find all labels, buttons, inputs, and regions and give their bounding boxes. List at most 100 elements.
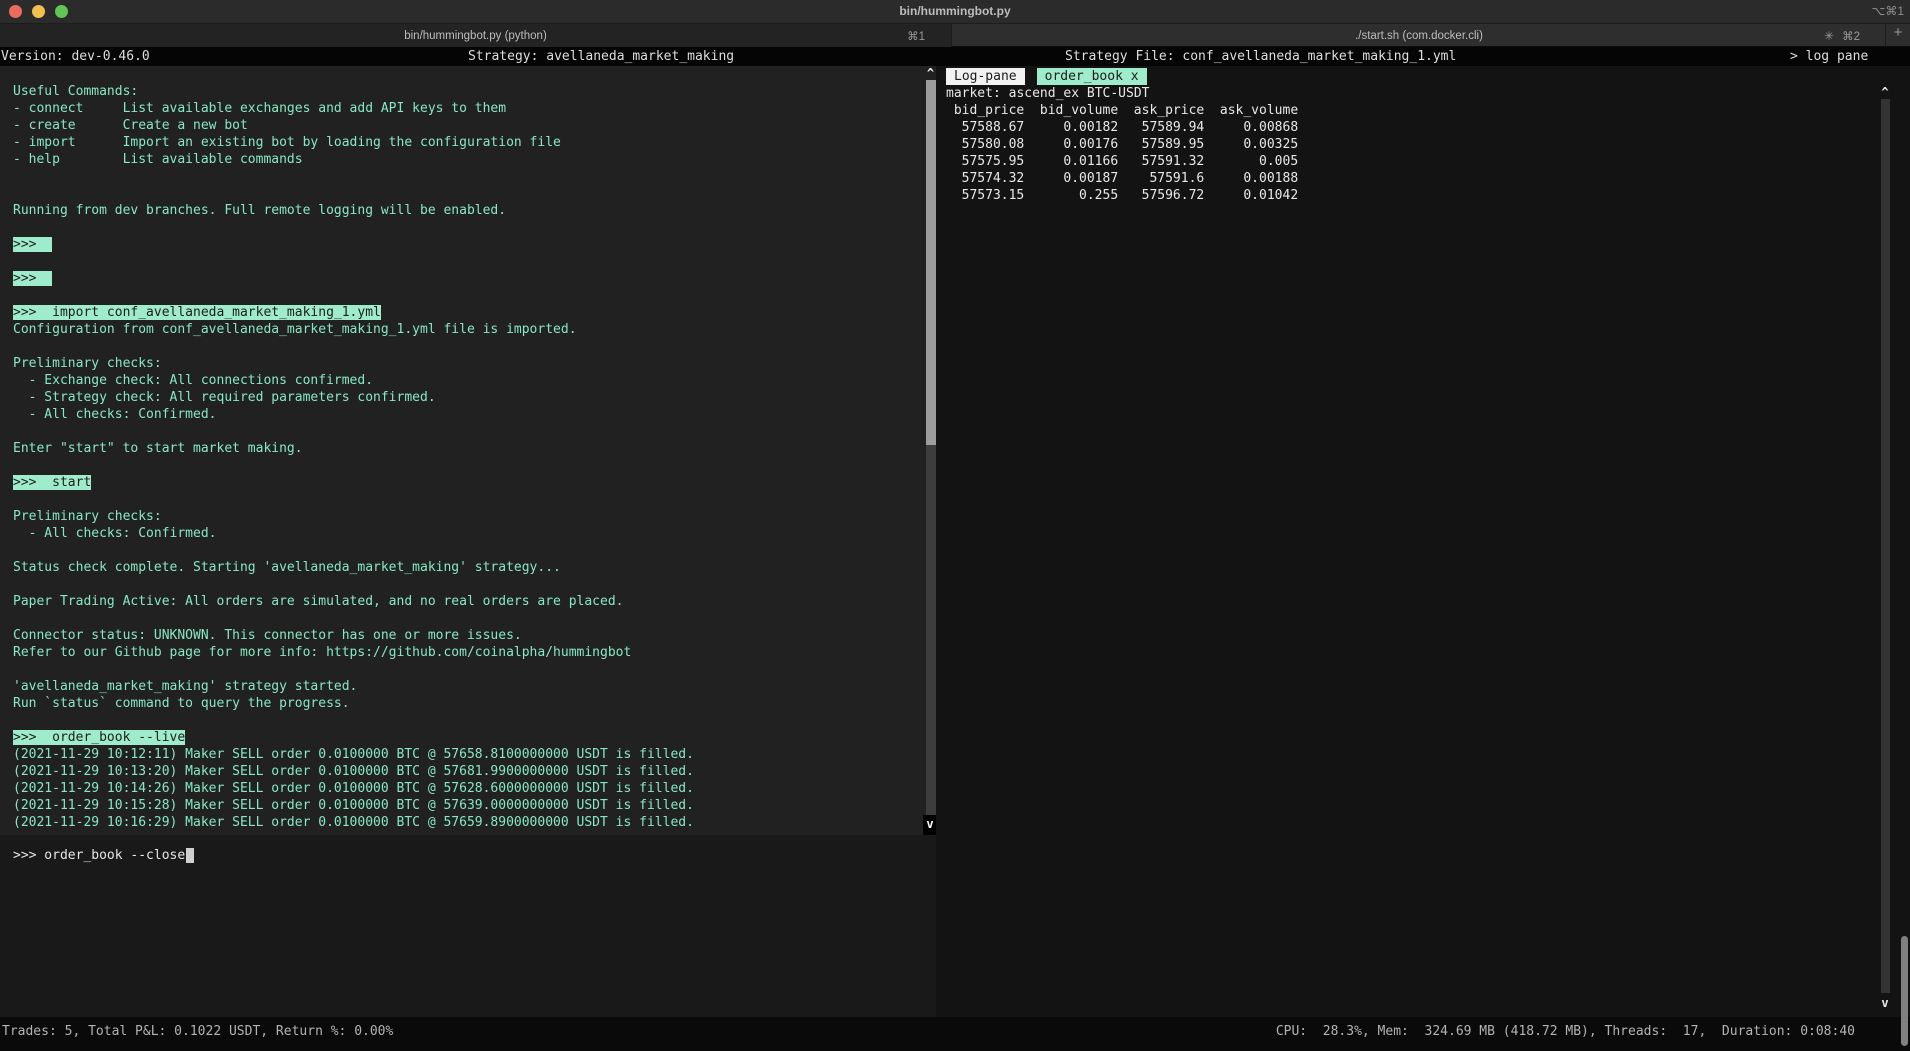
version-label: Version: dev-0.46.0	[1, 47, 150, 66]
log-line	[13, 423, 936, 440]
order-book-rows: 57588.670.0018257589.940.0086857580.080.…	[946, 119, 1298, 204]
log-line: Run `status` command to query the progre…	[13, 695, 936, 712]
tab-hummingbot-label: bin/hummingbot.py (python)	[404, 30, 547, 42]
order-book-column-ask_price: ask_price	[1118, 102, 1204, 119]
log-line: Connector status: UNKNOWN. This connecto…	[13, 627, 936, 644]
tab-log-pane[interactable]: Log-pane	[946, 68, 1025, 85]
system-status: CPU: 28.3%, Mem: 324.69 MB (418.72 MB), …	[1276, 1024, 1855, 1039]
order-book-cell: 57589.94	[1118, 119, 1204, 136]
order-book-cell: 0.00187	[1024, 170, 1118, 187]
order-book-table: bid_pricebid_volumeask_priceask_volume 5…	[946, 102, 1298, 204]
log-line: (2021-11-29 10:16:29) Maker SELL order 0…	[13, 814, 936, 831]
order-book-cell: 57573.15	[946, 187, 1024, 204]
left-scroll-down-arrow[interactable]: v	[923, 815, 937, 835]
log-line: Paper Trading Active: All orders are sim…	[13, 593, 936, 610]
log-pane-label: > log pane	[1790, 47, 1868, 66]
log-line: - Strategy check: All required parameter…	[13, 389, 936, 406]
log-line: (2021-11-29 10:13:20) Maker SELL order 0…	[13, 763, 936, 780]
order-book-cell: 57575.95	[946, 153, 1024, 170]
log-line	[13, 457, 936, 474]
log-line	[13, 712, 936, 729]
tab-bar: bin/hummingbot.py (python) ⌘1 ./start.sh…	[0, 24, 1910, 47]
order-book-cell: 0.00325	[1204, 136, 1298, 153]
log-line: Useful Commands:	[13, 83, 936, 100]
order-book-row: 57574.320.0018757591.60.00188	[946, 170, 1298, 187]
window-scrollbar-thumb[interactable]	[1901, 936, 1908, 1046]
order-book-cell: 57591.32	[1118, 153, 1204, 170]
trades-status: Trades: 5, Total P&L: 0.1022 USDT, Retur…	[2, 1024, 393, 1039]
order-book-row: 57575.950.0116657591.320.005	[946, 153, 1298, 170]
order-book-column-bid_price: bid_price	[946, 102, 1024, 119]
order-book-cell: 57574.32	[946, 170, 1024, 187]
log-line: Running from dev branches. Full remote l…	[13, 202, 936, 219]
order-book-header: bid_pricebid_volumeask_priceask_volume	[946, 102, 1298, 119]
log-line: (2021-11-29 10:15:28) Maker SELL order 0…	[13, 797, 936, 814]
log-line: - Exchange check: All connections confir…	[13, 372, 936, 389]
log-line: (2021-11-29 10:12:11) Maker SELL order 0…	[13, 746, 936, 763]
title-bar: bin/hummingbot.py ⌥⌘1	[0, 0, 1910, 24]
window-title: bin/hummingbot.py	[0, 4, 1910, 18]
log-line: Refer to our Github page for more info: …	[13, 644, 936, 661]
command-input[interactable]: >>> order_book --close	[13, 847, 194, 864]
log-line: >>> start	[13, 474, 936, 491]
log-line: - All checks: Confirmed.	[13, 406, 936, 423]
log-line: Enter "start" to start market making.	[13, 440, 936, 457]
order-book-cell: 0.01042	[1204, 187, 1298, 204]
order-book-cell: 57588.67	[946, 119, 1024, 136]
order-book-column-bid_volume: bid_volume	[1024, 102, 1118, 119]
strategy-label: Strategy: avellaneda_market_making	[468, 47, 734, 66]
terminal-header: Version: dev-0.46.0 Strategy: avellaneda…	[0, 47, 1910, 66]
order-book-column-ask_volume: ask_volume	[1204, 102, 1298, 119]
log-line: Status check complete. Starting 'avellan…	[13, 559, 936, 576]
order-book-row: 57580.080.0017657589.950.00325	[946, 136, 1298, 153]
order-book-pane: Log-pane order_book x market: ascend_ex …	[936, 66, 1910, 1017]
log-line	[13, 168, 936, 185]
window-shortcut-hint: ⌥⌘1	[1871, 4, 1904, 18]
order-book-cell: 57591.6	[1118, 170, 1204, 187]
order-book-cell: 0.01166	[1024, 153, 1118, 170]
order-book-cell: 0.00188	[1204, 170, 1298, 187]
log-line	[13, 185, 936, 202]
log-line: >>>	[13, 270, 936, 287]
log-line: - create Create a new bot	[13, 117, 936, 134]
tab-hummingbot-shortcut: ⌘1	[907, 29, 925, 43]
new-tab-button[interactable]: +	[1885, 24, 1910, 46]
order-book-cell: 57580.08	[946, 136, 1024, 153]
log-line: >>>	[13, 236, 936, 253]
strategy-file-label: Strategy File: conf_avellaneda_market_ma…	[1065, 47, 1456, 66]
order-book-cell: 0.00182	[1024, 119, 1118, 136]
left-scrollbar-track[interactable]	[926, 445, 936, 815]
terminal-window: bin/hummingbot.py ⌥⌘1 bin/hummingbot.py …	[0, 0, 1910, 1051]
log-line	[13, 491, 936, 508]
terminal-log: Useful Commands:- connect List available…	[0, 66, 936, 835]
log-line: - All checks: Confirmed.	[13, 525, 936, 542]
status-bar: Trades: 5, Total P&L: 0.1022 USDT, Retur…	[0, 1017, 1910, 1051]
right-scroll-down-arrow[interactable]: v	[1878, 995, 1892, 1011]
log-line	[13, 610, 936, 627]
left-scrollbar-thumb[interactable]	[926, 80, 936, 445]
spinner-icon: ✳	[1824, 29, 1834, 43]
command-input-area[interactable]: >>> order_book --close	[0, 835, 936, 1017]
command-input-text: >>> order_book --close	[13, 848, 185, 863]
log-line: - help List available commands	[13, 151, 936, 168]
right-scroll-up-arrow[interactable]: ^	[1878, 85, 1892, 99]
log-line: 'avellaneda_market_making' strategy star…	[13, 678, 936, 695]
tab-hummingbot[interactable]: bin/hummingbot.py (python) ⌘1	[0, 24, 952, 47]
order-book-cell: 0.255	[1024, 187, 1118, 204]
log-line: - import Import an existing bot by loadi…	[13, 134, 936, 151]
market-label: market: ascend_ex BTC-USDT	[946, 85, 1150, 102]
tab-order-book[interactable]: order_book x	[1037, 68, 1147, 85]
log-line	[13, 542, 936, 559]
log-line: (2021-11-29 10:14:26) Maker SELL order 0…	[13, 780, 936, 797]
log-line	[13, 661, 936, 678]
log-line	[13, 219, 936, 236]
tab-docker[interactable]: ./start.sh (com.docker.cli) ✳ ⌘2	[952, 24, 1886, 47]
order-book-cell: 0.00176	[1024, 136, 1118, 153]
log-line: >>> order_book --live	[13, 729, 936, 746]
log-line	[13, 338, 936, 355]
log-line	[13, 287, 936, 304]
order-book-cell: 57589.95	[1118, 136, 1204, 153]
right-scrollbar-track[interactable]	[1881, 99, 1890, 993]
order-book-cell: 57596.72	[1118, 187, 1204, 204]
pane-tabs: Log-pane order_book x	[946, 68, 1147, 85]
